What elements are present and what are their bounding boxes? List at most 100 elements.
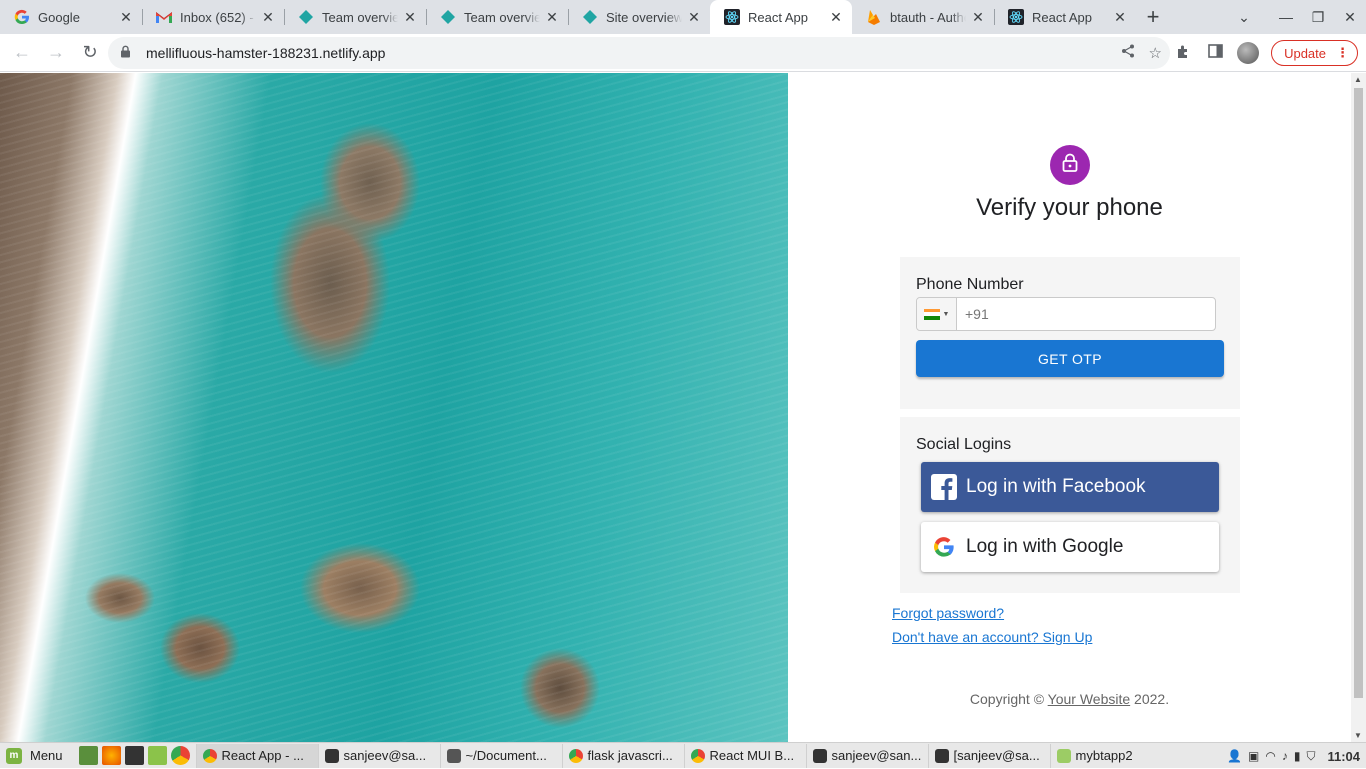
side-panel-icon[interactable] bbox=[1205, 44, 1225, 62]
extensions-icon[interactable] bbox=[1173, 44, 1193, 63]
facebook-login-button[interactable]: Log in with Facebook bbox=[921, 462, 1219, 512]
close-icon[interactable]: ✕ bbox=[402, 9, 418, 25]
taskbar-item[interactable]: flask javascri... bbox=[561, 743, 684, 768]
terminal-icon bbox=[934, 748, 949, 763]
tab-title: Team overview bbox=[322, 9, 398, 25]
close-icon[interactable]: ✕ bbox=[118, 9, 134, 25]
terminal-icon[interactable] bbox=[124, 746, 144, 765]
caret-down-icon: ▼ bbox=[942, 310, 950, 318]
copyright-year: 2022. bbox=[1134, 691, 1170, 707]
forgot-password-link[interactable]: Forgot password? bbox=[892, 605, 1004, 621]
netlify-icon bbox=[582, 9, 598, 25]
tab-title: Inbox (652) - s bbox=[180, 9, 256, 25]
tab-btauth[interactable]: btauth - Authe ✕ bbox=[852, 0, 994, 34]
user-icon[interactable]: 👤 bbox=[1227, 749, 1242, 763]
taskbar-item-label: React App - ... bbox=[221, 748, 304, 763]
tab-react-app-2[interactable]: React App ✕ bbox=[994, 0, 1136, 34]
phone-input[interactable] bbox=[957, 298, 1215, 330]
scroll-up-icon[interactable]: ▲ bbox=[1354, 75, 1362, 84]
update-button[interactable]: Update ⋮ bbox=[1271, 40, 1358, 66]
show-desktop-icon[interactable] bbox=[78, 746, 98, 765]
start-menu-button[interactable]: m Menu bbox=[0, 743, 73, 769]
google-login-button[interactable]: Log in with Google bbox=[921, 522, 1219, 572]
taskbar-item-label: sanjeev@san... bbox=[831, 748, 922, 763]
tab-title: React App bbox=[1032, 9, 1092, 25]
window-close-icon[interactable]: ✕ bbox=[1334, 9, 1366, 26]
netlify-icon bbox=[440, 9, 456, 25]
chrome-icon bbox=[690, 748, 705, 763]
tab-react-app-active[interactable]: React App ✕ bbox=[710, 0, 852, 34]
url-text: mellifluous-hamster-188231.netlify.app bbox=[146, 45, 386, 61]
taskbar-item-label: mybtapp2 bbox=[1075, 748, 1133, 763]
tab-team-overview-2[interactable]: Team overview ✕ bbox=[426, 0, 568, 34]
tab-title: Site overview bbox=[606, 9, 682, 25]
forward-icon[interactable]: → bbox=[40, 37, 72, 69]
google-icon bbox=[14, 9, 30, 25]
more-vertical-icon: ⋮ bbox=[1336, 45, 1349, 60]
address-bar[interactable]: mellifluous-hamster-188231.netlify.app ☆ bbox=[108, 37, 1170, 69]
taskbar-item[interactable]: sanjeev@san... bbox=[805, 743, 928, 768]
close-icon[interactable]: ✕ bbox=[544, 9, 560, 25]
taskbar-item[interactable]: sanjeev@sa... bbox=[317, 743, 440, 768]
chrome-icon[interactable] bbox=[170, 746, 190, 765]
page-scrollbar[interactable]: ▲ ▼ bbox=[1351, 73, 1366, 742]
close-icon[interactable]: ✕ bbox=[1112, 9, 1128, 25]
lock-icon[interactable] bbox=[120, 45, 134, 61]
tab-search-icon[interactable]: ⌄ bbox=[1228, 9, 1260, 26]
close-icon[interactable]: ✕ bbox=[970, 9, 986, 25]
tab-gmail[interactable]: Inbox (652) - s ✕ bbox=[142, 0, 284, 34]
back-icon[interactable]: ← bbox=[6, 37, 38, 69]
bookmark-star-icon[interactable]: ☆ bbox=[1149, 44, 1162, 62]
clock[interactable]: 11:04 bbox=[1327, 749, 1360, 764]
new-tab-button[interactable]: + bbox=[1136, 0, 1170, 34]
wifi-icon[interactable]: ◠ bbox=[1265, 749, 1275, 763]
close-icon[interactable]: ✕ bbox=[828, 9, 844, 25]
your-website-link[interactable]: Your Website bbox=[1048, 691, 1131, 707]
clipboard-icon[interactable]: ▣ bbox=[1248, 749, 1259, 763]
taskbar-item[interactable]: React App - ... bbox=[195, 743, 318, 768]
chrome-icon bbox=[568, 748, 583, 763]
page-title: Verify your phone bbox=[976, 194, 1163, 221]
reload-icon[interactable]: ↻ bbox=[74, 37, 106, 69]
tab-title: React App bbox=[748, 9, 808, 25]
taskbar-item[interactable]: [sanjeev@sa... bbox=[927, 743, 1050, 768]
google-icon bbox=[931, 534, 957, 560]
shield-icon[interactable]: ⛉ bbox=[1306, 749, 1315, 764]
taskbar-item[interactable]: React MUI B... bbox=[683, 743, 806, 768]
share-icon[interactable] bbox=[1121, 44, 1135, 62]
get-otp-button[interactable]: GET OTP bbox=[916, 340, 1224, 377]
react-icon bbox=[1008, 9, 1024, 25]
mint-logo-icon: m bbox=[6, 747, 22, 764]
close-icon[interactable]: ✕ bbox=[686, 9, 702, 25]
files-icon[interactable] bbox=[147, 746, 167, 765]
tab-title: Google bbox=[38, 9, 80, 25]
phone-field: ▼ bbox=[916, 297, 1216, 331]
tab-site-overview[interactable]: Site overview ✕ bbox=[568, 0, 710, 34]
profile-avatar[interactable] bbox=[1237, 42, 1260, 64]
react-icon bbox=[724, 9, 740, 25]
taskbar-item[interactable]: ~/Document... bbox=[439, 743, 562, 768]
tab-google[interactable]: Google ✕ bbox=[0, 0, 142, 34]
maximize-icon[interactable]: ❐ bbox=[1302, 9, 1334, 26]
tab-strip: Google ✕ Inbox (652) - s ✕ Team overview… bbox=[0, 0, 1366, 34]
menu-label: Menu bbox=[30, 748, 63, 763]
terminal-icon bbox=[324, 748, 339, 763]
firefox-icon[interactable] bbox=[101, 746, 121, 765]
sublime-icon bbox=[446, 748, 461, 763]
google-login-label: Log in with Google bbox=[966, 536, 1124, 557]
lock-avatar bbox=[1050, 145, 1090, 185]
tab-title: btauth - Authe bbox=[890, 9, 966, 25]
scroll-down-icon[interactable]: ▼ bbox=[1354, 731, 1362, 740]
sign-up-link[interactable]: Don't have an account? Sign Up bbox=[892, 629, 1092, 645]
scrollbar-thumb[interactable] bbox=[1354, 88, 1363, 698]
battery-icon[interactable]: ▮ bbox=[1294, 749, 1301, 763]
volume-icon[interactable]: ♪ bbox=[1282, 749, 1288, 763]
auth-panel: Verify your phone Phone Number ▼ GET OTP… bbox=[788, 73, 1351, 742]
tab-team-overview[interactable]: Team overview ✕ bbox=[284, 0, 426, 34]
hero-coastline-image bbox=[0, 73, 788, 742]
taskbar-item[interactable]: mybtapp2 bbox=[1049, 743, 1162, 768]
taskbar-item-label: ~/Document... bbox=[465, 748, 547, 763]
close-icon[interactable]: ✕ bbox=[260, 9, 276, 25]
country-select[interactable]: ▼ bbox=[917, 298, 957, 330]
minimize-icon[interactable]: — bbox=[1270, 9, 1302, 25]
